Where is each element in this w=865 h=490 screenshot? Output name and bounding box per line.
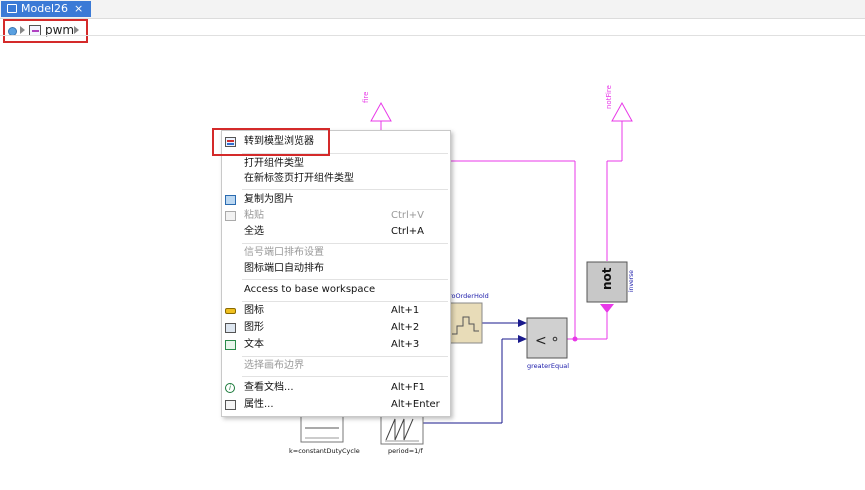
menu-separator [242,376,448,377]
zoh-label: roOrderHold [449,292,489,300]
text-view-icon [225,340,236,350]
greater-input2-arrow [518,335,527,343]
menu-item-properties[interactable]: 属性... Alt+Enter [222,397,450,413]
menu-item-view-docs[interactable]: i 查看文档... Alt+F1 [222,380,450,396]
constant-label: k=constantDutyCycle [289,447,360,455]
not-block-text: not [600,267,614,290]
menu-item-open-in-new-tab[interactable]: 在新标签页打开组件类型 [222,171,450,187]
sawtooth-label: period=1/f [388,447,423,455]
greater-input1-arrow [518,319,527,327]
properties-icon [225,400,236,410]
highlight-box [212,128,330,156]
menu-item-access-base-workspace[interactable]: Access to base workspace [222,282,450,298]
menu-item-auto-arrange-ports[interactable]: 图标端口自动排布 [222,261,450,277]
not-input-arrow [600,304,614,313]
menu-separator [242,356,448,357]
icon-view-icon [225,308,236,314]
context-menu: 转到模型浏览器 打开组件类型 在新标签页打开组件类型 复制为图片 粘贴 Ctrl… [221,130,451,417]
menu-item-select-all[interactable]: 全选 Ctrl+A [222,224,450,240]
greater-equal-block[interactable] [526,317,568,359]
junction-dot [572,336,578,342]
menu-separator [242,243,448,244]
menu-item-port-layout-settings[interactable]: 信号端口排布设置 [222,245,450,261]
sawtooth-block[interactable] [380,413,424,445]
menu-item-open-component-type[interactable]: 打开组件类型 [222,156,450,172]
menu-item-paste[interactable]: 粘贴 Ctrl+V [222,208,450,224]
fire-label: fire [362,92,370,103]
notfire-output-port [611,101,633,122]
menu-separator [242,279,448,280]
copy-image-icon [225,195,236,205]
zero-order-hold-block[interactable] [448,302,483,344]
paste-icon [225,211,236,221]
fire-output-port [370,101,392,122]
diagram-view-icon [225,323,236,333]
menu-item-diagram-view[interactable]: 图形 Alt+2 [222,320,450,336]
menu-item-icon-view[interactable]: 图标 Alt+1 [222,303,450,319]
info-icon: i [225,383,235,393]
menu-item-select-canvas-bounds[interactable]: 选择画布边界 [222,358,450,374]
greater-symbol: < [535,333,547,349]
greater-label: greaterEqual [527,362,569,370]
menu-separator [242,189,448,190]
inverse-label: inverse [628,270,635,292]
notfire-label: notFire [605,85,613,109]
menu-item-copy-as-image[interactable]: 复制为图片 [222,192,450,208]
menu-separator [242,301,448,302]
menu-item-text-view[interactable]: 文本 Alt+3 [222,337,450,353]
